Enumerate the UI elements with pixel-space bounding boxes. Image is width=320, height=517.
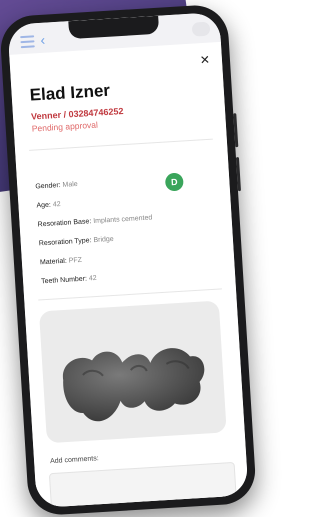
- divider: [29, 138, 213, 151]
- search-icon[interactable]: [191, 21, 211, 37]
- phone-side-button: [233, 113, 239, 148]
- back-icon[interactable]: ‹: [40, 32, 46, 48]
- phone-frame: ‹ ✕ Elad Izner Venner / 03284746252 Pend…: [0, 3, 258, 517]
- divider: [38, 288, 222, 301]
- menu-icon[interactable]: [20, 35, 35, 51]
- details-list: Gender: Male Age: 42 Resoration Base: Im…: [35, 171, 157, 292]
- phone-side-button: [235, 157, 241, 192]
- phone-screen: ‹ ✕ Elad Izner Venner / 03284746252 Pend…: [7, 11, 249, 509]
- close-icon[interactable]: ✕: [199, 53, 210, 68]
- status-text: Pending approval: [31, 119, 99, 134]
- order-subtitle: Venner / 03284746252: [30, 106, 124, 122]
- phone-notch: [68, 15, 160, 40]
- comments-label: Add comments:: [49, 455, 99, 466]
- 3d-model-viewer[interactable]: [38, 300, 227, 444]
- comments-textarea[interactable]: [48, 461, 238, 509]
- avatar[interactable]: D: [164, 172, 184, 192]
- patient-name: Elad Izner: [29, 80, 111, 105]
- dental-bridge-model: [63, 348, 205, 422]
- order-details-sheet: ✕ Elad Izner Venner / 03284746252 Pendin…: [9, 41, 249, 509]
